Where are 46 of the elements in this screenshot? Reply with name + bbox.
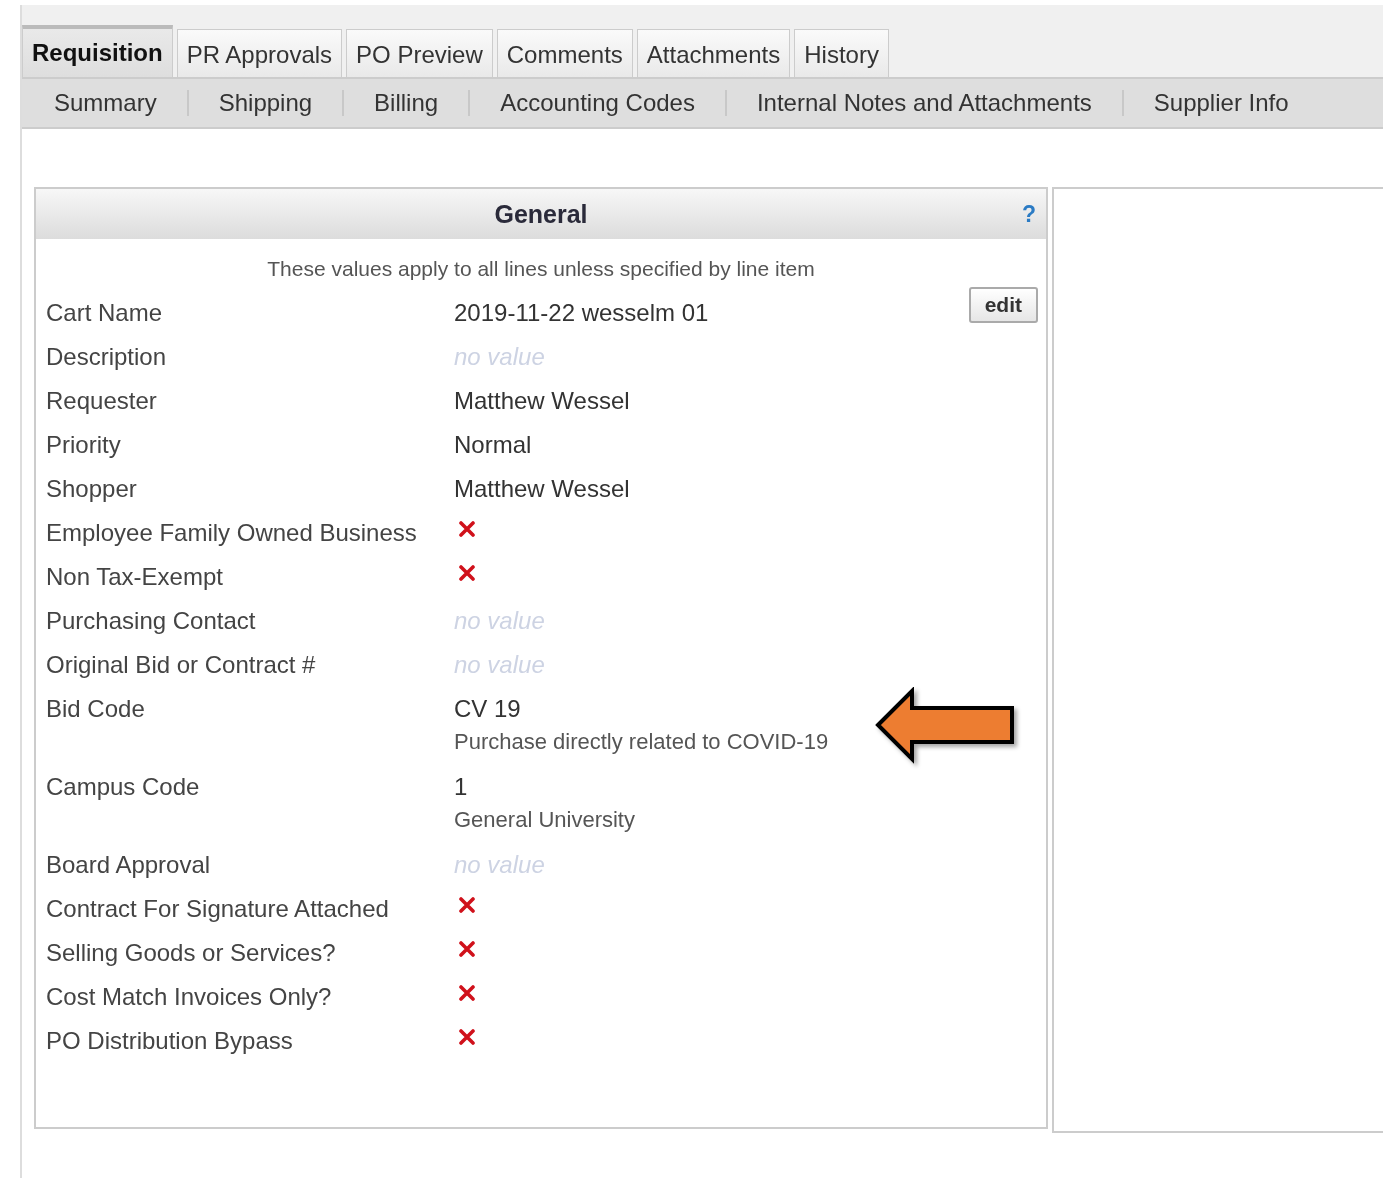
field-label: Contract For Signature Attached: [46, 894, 390, 923]
cross-icon: [459, 985, 475, 1001]
tab[interactable]: Requisition: [22, 25, 173, 77]
field-value: CV 19: [454, 695, 522, 723]
field-label: Original Bid or Contract #: [46, 650, 317, 679]
tab[interactable]: PR Approvals: [176, 29, 343, 77]
tab[interactable]: PO Preview: [346, 29, 493, 77]
subtab-link[interactable]: Billing: [374, 89, 439, 117]
cross-icon: [459, 941, 475, 957]
tab[interactable]: History: [794, 29, 889, 77]
field-value: 2019-11-22 wesselm 01: [454, 299, 710, 327]
field-value: Matthew Wessel: [454, 475, 631, 503]
field-label: Shopper: [46, 474, 138, 503]
field-label: Requester: [46, 386, 158, 415]
field-value: Normal: [454, 431, 533, 459]
cross-icon: [459, 1029, 475, 1045]
subtab-link[interactable]: Accounting Codes: [500, 89, 695, 117]
field-detail: General University: [454, 807, 636, 833]
field-label: Priority: [46, 430, 122, 459]
field-detail: Purchase directly related to COVID-19: [454, 729, 830, 755]
field-label: Non Tax-Exempt: [46, 562, 224, 591]
field-label: Campus Code: [46, 772, 201, 801]
field-label: Bid Code: [46, 694, 146, 723]
subtab-link[interactable]: Supplier Info: [1153, 89, 1289, 117]
panel-title: General: [494, 199, 588, 229]
field-label: Cart Name: [46, 298, 164, 327]
subtab-link[interactable]: Shipping: [218, 89, 313, 117]
field-label: PO Distribution Bypass: [46, 1026, 294, 1055]
field-value: 1: [454, 773, 469, 801]
tab[interactable]: Comments: [496, 29, 633, 77]
tab[interactable]: Attachments: [636, 29, 791, 77]
field-label: Selling Goods or Services?: [46, 938, 337, 967]
subtab-link[interactable]: Internal Notes and Attachments: [756, 89, 1092, 117]
cross-icon: [459, 897, 475, 913]
cross-icon: [459, 565, 475, 581]
cross-icon: [459, 521, 475, 537]
edit-button[interactable]: edit: [968, 287, 1038, 323]
help-link[interactable]: ?: [1021, 200, 1036, 228]
panel-note: These values apply to all lines unless specified by line item: [266, 257, 816, 281]
field-label: Description: [46, 342, 168, 371]
field-value: Matthew Wessel: [454, 387, 631, 415]
subtab-link[interactable]: Summary: [54, 89, 157, 117]
field-label: Purchasing Contact: [46, 606, 257, 635]
field-label: Cost Match Invoices Only?: [46, 982, 333, 1011]
field-label: Employee Family Owned Business: [46, 518, 418, 547]
field-label: Board Approval: [46, 850, 212, 879]
